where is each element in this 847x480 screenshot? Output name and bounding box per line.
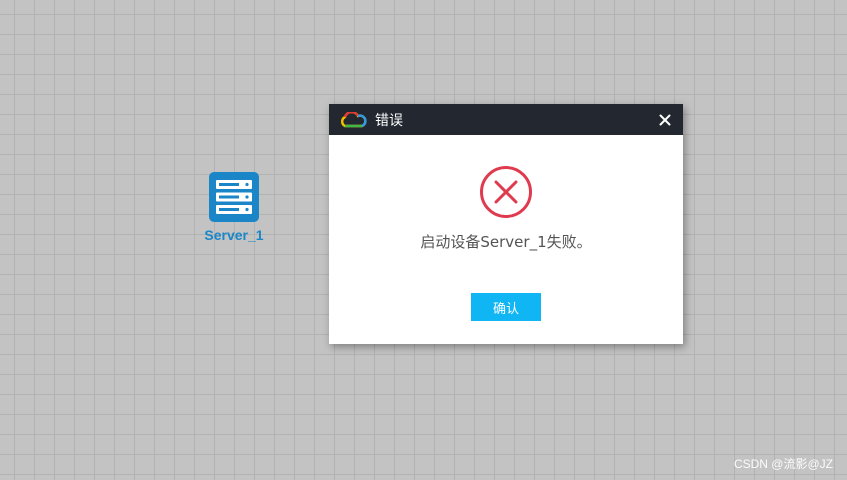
server-icon xyxy=(209,172,259,222)
error-message: 启动设备Server_1失败。 xyxy=(420,233,592,251)
dialog-titlebar[interactable]: 错误 xyxy=(329,104,683,135)
dialog-title: 错误 xyxy=(375,112,403,129)
close-icon xyxy=(659,114,671,125)
error-dialog: 错误 启动设备Server_1失败。 确认 xyxy=(329,104,683,344)
watermark: CSDN @流影@JZ xyxy=(733,457,833,471)
device-label: Server_1 xyxy=(204,227,264,243)
confirm-button[interactable]: 确认 xyxy=(471,293,541,321)
close-button[interactable] xyxy=(657,112,673,128)
error-circle-x-icon xyxy=(480,166,532,218)
server-device[interactable]: Server_1 xyxy=(200,172,268,243)
cloud-logo-icon xyxy=(341,111,367,127)
